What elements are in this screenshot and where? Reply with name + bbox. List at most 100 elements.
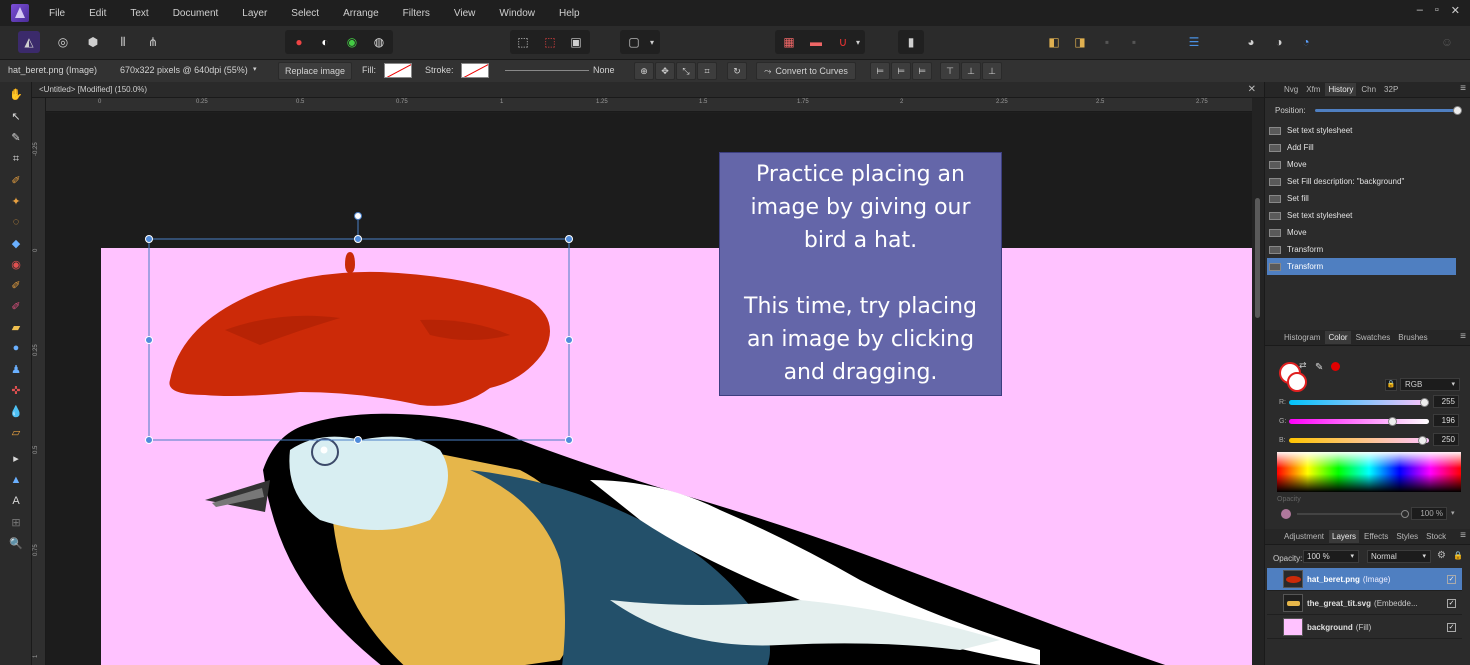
blue-value-field[interactable]: 250	[1433, 433, 1459, 446]
guides-icon[interactable]: ▬	[805, 31, 827, 53]
tab-layers[interactable]: Layers	[1329, 530, 1360, 543]
stroke-swatch[interactable]	[461, 63, 489, 78]
align-middle-icon[interactable]: ⊥	[961, 62, 981, 80]
swap-colors-icon[interactable]: ⇄	[1299, 360, 1307, 371]
contrast-icon[interactable]: ◐	[314, 31, 336, 53]
history-item[interactable]: Set text stylesheet	[1267, 207, 1456, 224]
tab-stock[interactable]: Stock	[1423, 530, 1449, 543]
scale-icon[interactable]: ⤡	[676, 62, 696, 80]
arrange-back-icon[interactable]: ◧	[1043, 31, 1065, 53]
dimensions-dropdown-icon[interactable]: ▾	[253, 65, 257, 73]
tab-transform[interactable]: Xfm	[1303, 83, 1323, 96]
history-position-knob[interactable]	[1453, 106, 1462, 115]
align-persona-icon[interactable]: ⫴	[112, 31, 134, 53]
crop-tool-icon[interactable]: ⌗	[8, 151, 24, 167]
menu-help[interactable]: Help	[547, 8, 592, 19]
share-icon[interactable]: ⋔	[142, 31, 164, 53]
visibility-checkbox[interactable]: ✓	[1447, 574, 1456, 584]
history-item[interactable]: Move	[1267, 156, 1456, 173]
grid-icon[interactable]: ▦	[778, 31, 800, 53]
menu-filters[interactable]: Filters	[391, 8, 442, 19]
stroke-width-slider[interactable]	[505, 70, 589, 71]
red-eye-icon[interactable]: ✜	[8, 382, 24, 398]
tab-brushes[interactable]: Brushes	[1395, 331, 1430, 344]
panel-menu-icon[interactable]: ≡	[1460, 331, 1466, 342]
replace-image-button[interactable]: Replace image	[278, 62, 352, 80]
blur-brush-icon[interactable]: 💧	[8, 403, 24, 419]
tab-swatches[interactable]: Swatches	[1353, 331, 1394, 344]
freehand-selection-icon[interactable]: ◌	[8, 214, 24, 230]
color-picker-icon[interactable]: ◉	[8, 256, 24, 272]
history-item-selected[interactable]: Transform	[1267, 258, 1456, 275]
align-right-icon[interactable]: ⊨	[912, 62, 932, 80]
align-bottom-icon[interactable]: ⊥	[982, 62, 1002, 80]
menu-file[interactable]: File	[37, 8, 77, 19]
tab-histogram[interactable]: Histogram	[1281, 331, 1323, 344]
vertical-scrollbar[interactable]	[1252, 98, 1264, 665]
lock-icon[interactable]: 🔒	[1385, 379, 1397, 391]
minimize-button[interactable]: –	[1417, 4, 1423, 17]
no-selection-icon[interactable]: ⬚	[539, 31, 561, 53]
green-slider-knob[interactable]	[1388, 417, 1397, 426]
align-icon[interactable]: ☰	[1183, 31, 1205, 53]
history-item[interactable]: Set text stylesheet	[1267, 122, 1456, 139]
history-item[interactable]: Add Fill	[1267, 139, 1456, 156]
panel-menu-icon[interactable]: ≡	[1460, 83, 1466, 94]
close-document-icon[interactable]: ✕	[1248, 84, 1256, 95]
blue-slider-knob[interactable]	[1418, 436, 1427, 445]
align-center-icon[interactable]: ⊨	[891, 62, 911, 80]
view-mode-dropdown[interactable]: ▾	[645, 31, 659, 53]
tab-32p[interactable]: 32P	[1381, 83, 1401, 96]
history-item[interactable]: Set fill	[1267, 190, 1456, 207]
mesh-warp-icon[interactable]: ⊞	[8, 514, 24, 530]
color-wheel-icon[interactable]: ◉	[341, 31, 363, 53]
user-icon[interactable]: ☺	[1436, 31, 1458, 53]
arrange-forward-icon[interactable]: ◨	[1069, 31, 1091, 53]
rotate-icon[interactable]: ↻	[727, 62, 747, 80]
white-balance-icon[interactable]: ◍	[368, 31, 390, 53]
boolean-intersect-icon[interactable]: ◔	[1295, 31, 1317, 53]
tab-color[interactable]: Color	[1325, 331, 1351, 344]
align-left-icon[interactable]: ⊨	[870, 62, 890, 80]
menu-window[interactable]: Window	[487, 8, 547, 19]
tab-adjustment[interactable]: Adjustment	[1281, 530, 1327, 543]
layer-row-hat-beret[interactable]: hat_beret.png (Image) ✓	[1267, 568, 1462, 591]
pixel-persona-icon[interactable]: ◎	[52, 31, 74, 53]
layer-opacity-field[interactable]: 100 % ▾	[1303, 550, 1359, 563]
current-color-dot[interactable]	[1331, 362, 1340, 371]
scrollbar-thumb[interactable]	[1255, 198, 1260, 318]
fill-swatch[interactable]	[384, 63, 412, 78]
opacity-slider[interactable]	[1297, 513, 1403, 515]
shape-tool-icon[interactable]: ▲	[8, 472, 24, 488]
move-icon[interactable]: ✥	[655, 62, 675, 80]
arrange-top-icon[interactable]: ▪	[1123, 31, 1145, 53]
transform-origin-icon[interactable]: ⊕	[634, 62, 654, 80]
view-tool-icon[interactable]: ✋	[8, 86, 24, 102]
boolean-subtract-icon[interactable]: ◑	[1268, 31, 1290, 53]
document-tab[interactable]: <Untitled> [Modified] (150.0%) ✕	[32, 82, 1264, 98]
erase-brush-icon[interactable]: ▰	[8, 319, 24, 335]
selection-mask-icon[interactable]: ▣	[565, 31, 587, 53]
stroke-color-well[interactable]	[1287, 372, 1307, 392]
eyedropper-icon[interactable]: ✎	[1315, 362, 1323, 373]
export-persona-icon[interactable]: ⬢	[82, 31, 104, 53]
text-tool-icon[interactable]: A	[8, 493, 24, 509]
blue-slider[interactable]	[1289, 438, 1429, 443]
history-position-slider[interactable]	[1315, 109, 1455, 112]
pen-tool-icon[interactable]: ▸	[8, 450, 24, 466]
tab-effects[interactable]: Effects	[1361, 530, 1391, 543]
layer-row-background[interactable]: background (Fill) ✓	[1267, 616, 1462, 639]
pen-options-icon[interactable]: ▮	[900, 31, 922, 53]
paint-brush-icon[interactable]: ✐	[8, 277, 24, 293]
arrange-front-icon[interactable]: ▪	[1096, 31, 1118, 53]
view-mode-icon[interactable]: ▢	[623, 31, 645, 53]
menu-select[interactable]: Select	[279, 8, 331, 19]
align-top-icon[interactable]: ⊤	[940, 62, 960, 80]
red-slider-knob[interactable]	[1420, 398, 1429, 407]
node-tool-icon[interactable]: ✎	[8, 129, 24, 145]
menu-arrange[interactable]: Arrange	[331, 8, 391, 19]
patch-tool-icon[interactable]: ▱	[8, 424, 24, 440]
convert-to-curves-button[interactable]: ⤳ Convert to Curves	[756, 62, 856, 80]
restore-button[interactable]: ▫	[1435, 4, 1439, 17]
zoom-tool-icon[interactable]: 🔍	[8, 535, 24, 551]
